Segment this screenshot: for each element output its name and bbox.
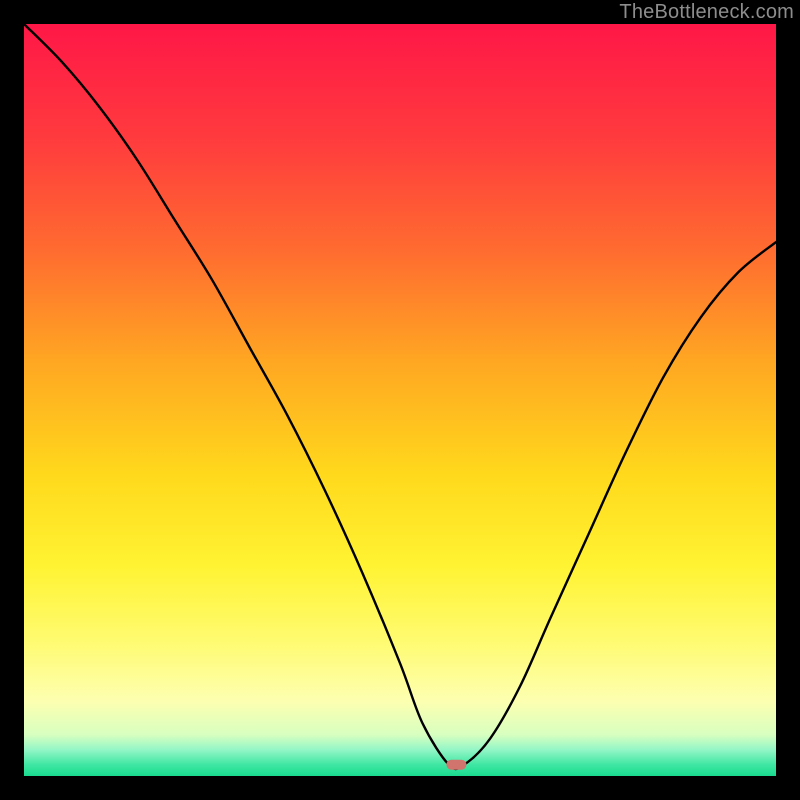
chart-frame bbox=[24, 24, 776, 776]
bottleneck-chart bbox=[24, 24, 776, 776]
min-marker bbox=[446, 760, 466, 770]
watermark-text: TheBottleneck.com bbox=[619, 1, 794, 24]
